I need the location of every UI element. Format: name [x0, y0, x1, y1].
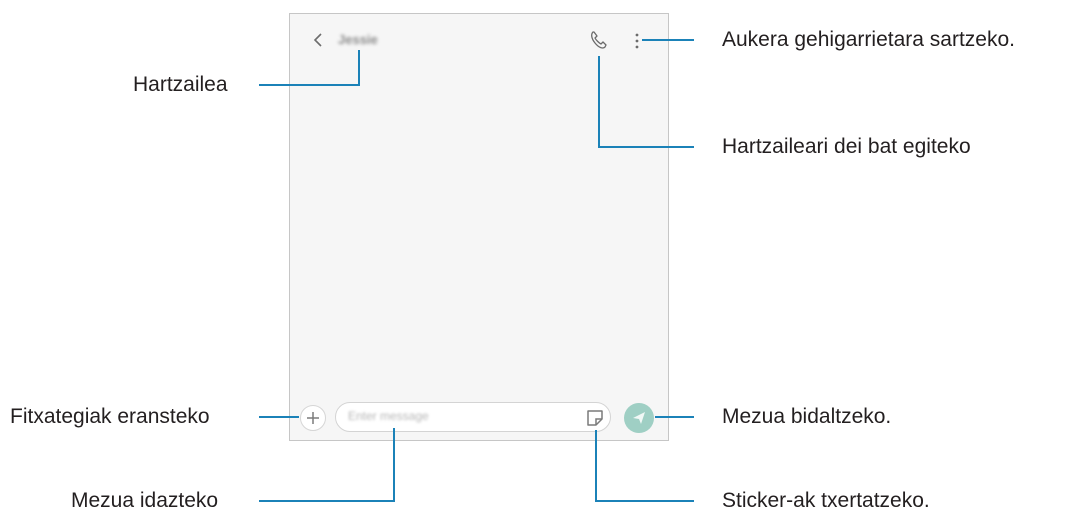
add-icon	[307, 412, 319, 424]
send-icon	[633, 412, 645, 424]
phone-call-icon[interactable]	[588, 29, 610, 51]
leader-sticker-v	[595, 430, 597, 502]
callout-write-message: Mezua idazteko	[71, 489, 219, 512]
leader-write-h	[259, 500, 395, 502]
callout-more-options: Aukera gehigarrietara sartzeko.	[722, 28, 1015, 51]
leader-recipient-h	[259, 84, 360, 86]
leader-more-options	[642, 39, 694, 41]
add-attachment-button[interactable]	[300, 405, 326, 431]
leader-recipient-v	[358, 50, 360, 86]
callout-send-message: Mezua bidaltzeko.	[722, 405, 892, 428]
leader-call-v	[598, 56, 600, 148]
callout-insert-stickers: Sticker-ak txertatzeko.	[722, 489, 930, 512]
back-icon[interactable]	[311, 31, 325, 49]
leader-sticker-h	[595, 500, 694, 502]
callout-attach-files: Fitxategiak eransteko	[10, 405, 210, 428]
leader-attach	[259, 416, 299, 418]
leader-send	[655, 416, 694, 418]
message-placeholder: Enter message	[348, 409, 429, 423]
sticker-icon[interactable]	[585, 408, 605, 428]
send-button[interactable]	[624, 403, 654, 433]
more-options-icon[interactable]	[634, 30, 640, 52]
leader-write-v	[393, 428, 395, 502]
phone-screen	[289, 13, 669, 441]
callout-call-recipient: Hartzaileari dei bat egiteko	[722, 135, 971, 158]
leader-call-h	[598, 146, 694, 148]
contact-name: Jessie	[338, 32, 378, 47]
callout-recipient: Hartzailea	[133, 73, 228, 96]
message-input[interactable]: Enter message	[335, 402, 611, 432]
